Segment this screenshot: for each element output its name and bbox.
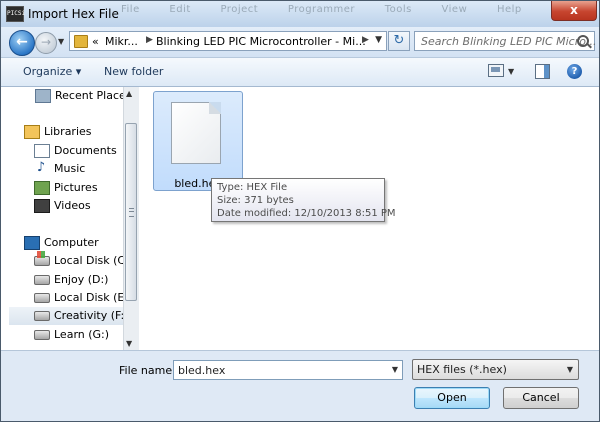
recent-places-icon: [35, 89, 51, 103]
folder-icon: [74, 35, 88, 48]
disk-icon: [34, 293, 50, 303]
address-bar[interactable]: « Mikr... ▶ Blinking LED PIC Microcontro…: [69, 31, 387, 51]
file-name-dropdown-icon[interactable]: ▼: [392, 365, 398, 374]
navigation-bar: ← → ▼ « Mikr... ▶ Blinking LED PIC Micro…: [1, 27, 599, 57]
change-view-icon[interactable]: [488, 64, 504, 77]
back-arrow-icon: ←: [16, 34, 28, 50]
open-button[interactable]: Open: [414, 387, 490, 409]
recent-pages-dropdown[interactable]: ▼: [58, 37, 64, 46]
blank-file-icon: [171, 102, 221, 164]
videos-icon: [34, 199, 50, 213]
file-info-tooltip: Type: HEX File Size: 371 bytes Date modi…: [211, 178, 396, 222]
nav-item-label: Creativity (F:): [54, 309, 129, 322]
tooltip-date-modified: Date modified: 12/10/2013 8:51 PM: [217, 208, 396, 219]
nav-item-libraries[interactable]: Libraries: [24, 123, 123, 141]
window-title: Import Hex File: [28, 7, 119, 21]
breadcrumb-overflow[interactable]: «: [92, 35, 99, 48]
file-type-select[interactable]: HEX files (*.hex) ▼: [412, 359, 579, 380]
navigation-pane: Recent Places Libraries Documents ♪ Musi…: [1, 87, 133, 350]
breadcrumb-item[interactable]: Mikr...: [105, 35, 138, 48]
file-name-input[interactable]: bled.hex ▼: [173, 360, 403, 380]
search-box[interactable]: Search Blinking LED PIC Micro...: [414, 31, 597, 51]
nav-item-label: Enjoy (D:): [54, 273, 109, 286]
nav-item-music[interactable]: ♪ Music: [34, 160, 123, 178]
breadcrumb-item[interactable]: Blinking LED PIC Microcontroller - Mi...: [156, 35, 366, 48]
file-list: bled.hex Type: HEX File Size: 371 bytes …: [139, 87, 599, 350]
search-placeholder: Search Blinking LED PIC Micro...: [421, 35, 597, 48]
background-menu-bar: File Edit Project Programmer Tools View …: [121, 4, 522, 15]
title-bar: PICSi Import Hex File File Edit Project …: [1, 1, 599, 27]
system-disk-icon: [34, 251, 50, 266]
nav-item-local-disk-e[interactable]: Local Disk (E:): [34, 289, 132, 307]
nav-item-label: Documents: [54, 144, 117, 157]
computer-icon: [24, 236, 40, 250]
close-button[interactable]: x: [551, 1, 597, 21]
music-icon: ♪: [36, 160, 46, 175]
organize-button[interactable]: Organize ▾: [23, 65, 81, 78]
nav-item-label: Local Disk (C:): [54, 254, 134, 267]
disk-icon: [34, 311, 50, 321]
nav-item-documents[interactable]: Documents: [34, 142, 123, 160]
new-folder-button[interactable]: New folder: [104, 65, 163, 78]
file-type-dropdown-icon: ▼: [566, 365, 573, 374]
help-icon[interactable]: ?: [567, 64, 582, 79]
forward-arrow-icon: →: [40, 35, 52, 49]
nav-item-label: Computer: [44, 236, 99, 249]
import-hex-file-dialog: PICSi Import Hex File File Edit Project …: [0, 0, 600, 422]
libraries-icon: [24, 125, 40, 139]
pictures-icon: [34, 181, 50, 195]
disk-icon: [34, 330, 50, 340]
back-button[interactable]: ←: [9, 30, 35, 56]
disk-icon: [34, 275, 50, 285]
preview-pane-icon[interactable]: [535, 64, 550, 79]
breadcrumb-separator-icon[interactable]: ▶: [362, 35, 369, 45]
scrollbar-thumb[interactable]: [125, 123, 137, 301]
file-item-bled-hex[interactable]: bled.hex: [153, 91, 243, 191]
nav-item-enjoy-d[interactable]: Enjoy (D:): [34, 271, 123, 289]
nav-item-computer[interactable]: Computer: [24, 234, 123, 252]
documents-icon: [34, 144, 50, 158]
nav-item-label: Recent Places: [55, 89, 132, 102]
nav-item-label: Local Disk (E:): [54, 291, 133, 304]
app-icon: PICSi: [6, 6, 25, 22]
view-options-dropdown-icon[interactable]: ▼: [508, 67, 514, 76]
scroll-down-icon[interactable]: ▼: [126, 339, 132, 348]
tooltip-type: Type: HEX File: [217, 182, 288, 193]
address-dropdown-icon[interactable]: ▼: [375, 35, 382, 45]
forward-button[interactable]: →: [35, 32, 57, 54]
nav-item-label: Music: [54, 162, 86, 175]
nav-item-label: Learn (G:): [54, 328, 110, 341]
file-name-value: bled.hex: [178, 364, 226, 377]
nav-item-creativity-f[interactable]: Creativity (F:): [9, 307, 129, 325]
nav-item-pictures[interactable]: Pictures: [34, 179, 123, 197]
nav-item-local-disk-c[interactable]: Local Disk (C:): [34, 251, 133, 270]
scroll-up-icon[interactable]: ▲: [126, 89, 132, 98]
nav-item-label: Libraries: [44, 125, 92, 138]
refresh-icon: ↻: [393, 33, 405, 48]
file-name-label: File name:: [119, 364, 176, 377]
nav-pane-scrollbar[interactable]: ▲ ▼: [123, 87, 139, 350]
nav-item-label: Videos: [54, 199, 91, 212]
nav-item-learn-g[interactable]: Learn (G:): [34, 326, 123, 344]
file-type-value: HEX files (*.hex): [417, 363, 507, 376]
command-toolbar: Organize ▾ New folder ▼ ?: [1, 57, 599, 87]
scrollbar-grip-icon: [129, 208, 134, 217]
breadcrumb-separator-icon[interactable]: ▶: [146, 35, 153, 45]
cancel-button[interactable]: Cancel: [503, 387, 579, 409]
dialog-footer: File name: bled.hex ▼ HEX files (*.hex) …: [1, 350, 599, 421]
search-icon[interactable]: [577, 35, 589, 47]
nav-item-recent-places[interactable]: Recent Places: [35, 87, 132, 105]
refresh-button[interactable]: ↻: [388, 31, 410, 51]
nav-item-videos[interactable]: Videos: [34, 197, 123, 215]
tooltip-size: Size: 371 bytes: [217, 195, 294, 206]
nav-item-label: Pictures: [54, 181, 98, 194]
